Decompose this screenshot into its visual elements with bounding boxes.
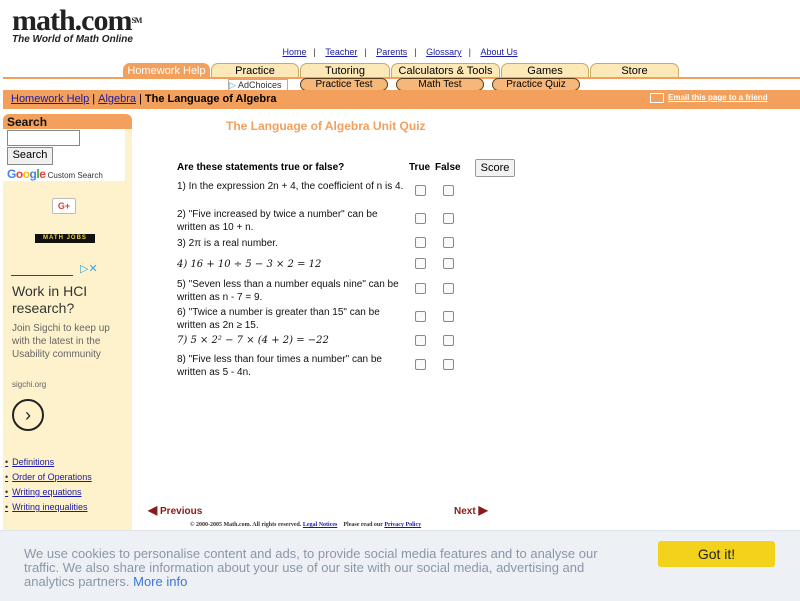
breadcrumb-sep: | [139,93,142,105]
sidebar-search-title: Search [7,115,48,129]
q1-false-checkbox[interactable] [443,185,454,196]
link-glossary[interactable]: Glossary [426,47,462,57]
envelope-icon [650,93,664,103]
sidebar-links: • Definitions • Order of Operations • Writi… [5,455,92,515]
copyright: © 2000-2005 Math.com. All rights reserve… [190,522,421,528]
logo-wordmark: math.com [12,4,132,37]
breadcrumb-algebra[interactable]: Algebra [98,93,136,105]
ad-body: Join Sigchi to keep up with the latest i… [12,323,110,360]
link-home[interactable]: Home [282,47,306,57]
ad-close-icon[interactable]: ▷✕ [80,262,98,275]
column-true-label: True [409,162,431,173]
cookie-message: We use cookies to personalise content an… [24,546,598,589]
ad-headline[interactable]: Work in HCI research? [12,283,122,317]
sidebar-link-writing-equations[interactable]: • Writing equations [5,485,92,500]
next-label: Next [454,506,476,517]
google-logo: Google [7,167,46,181]
score-button[interactable]: Score [475,159,515,177]
tab-tutoring[interactable]: Tutoring [300,63,390,78]
q7-false-checkbox[interactable] [443,335,454,346]
quiz-question-2: 2) "Five increased by twice a number" ca… [177,209,378,233]
sidebar-link-writing-inequalities[interactable]: • Writing inequalities [5,500,92,515]
quiz-question-3: 3) 2π is a real number. [177,238,278,249]
q4-false-checkbox[interactable] [443,258,454,269]
custom-search-text: Custom Search [47,171,103,180]
quiz-question-7: 7) 5 × 2² − 7 × (4 + 2) = −22 [177,335,329,346]
email-page-link[interactable]: Email this page to a friend [650,93,768,103]
logo-tm: SM [131,16,142,25]
email-page-label: Email this page to a friend [668,93,768,103]
google-plus-button[interactable]: G+ [52,198,76,214]
copyright-text: © 2000-2005 Math.com. All rights reserve… [190,522,302,528]
math-com-logo[interactable]: math.comSM The World of Math Online [12,4,142,46]
top-links: Home | Teacher | Parents | Glossary | About … [282,47,518,57]
q4-true-checkbox[interactable] [415,258,426,269]
arrow-left-icon: ◀ [148,503,158,517]
q3-true-checkbox[interactable] [415,237,426,248]
ad-domain: sigchi.org [12,380,47,389]
link-teacher[interactable]: Teacher [325,47,357,57]
breadcrumb-homework-help[interactable]: Homework Help [11,93,89,105]
logo-tagline: The World of Math Online [12,34,133,45]
math-jobs-badge[interactable]: MATH JOBS [35,234,95,243]
q5-false-checkbox[interactable] [443,283,454,294]
arrow-right-icon: ▶ [478,503,488,517]
tab-homework-help[interactable]: Homework Help [123,63,210,78]
tab-games[interactable]: Games [501,63,589,78]
previous-link[interactable]: ◀ Previous [148,503,202,517]
tab-calculators-tools[interactable]: Calculators & Tools [391,63,500,78]
chevron-right-icon[interactable]: › [12,399,44,431]
quiz-question-6: 6) "Twice a number is greater than 15" c… [177,307,380,331]
cookie-accept-button[interactable]: Got it! [658,541,775,567]
q2-true-checkbox[interactable] [415,213,426,224]
column-false-label: False [435,162,461,173]
breadcrumb-current: The Language of Algebra [144,93,277,105]
quiz-question-1: 1) In the expression 2n + 4, the coeffic… [177,181,404,192]
q8-false-checkbox[interactable] [443,359,454,370]
ad-divider [11,275,73,276]
breadcrumb-sep: | [92,93,96,105]
quiz-question-4: 4) 16 + 10 ÷ 5 − 3 × 2 = 12 [177,259,322,270]
next-link[interactable]: Next ▶ [454,503,488,517]
q5-true-checkbox[interactable] [415,283,426,294]
q1-true-checkbox[interactable] [415,185,426,196]
sidebar-link-definitions[interactable]: • Definitions [5,455,92,470]
search-button[interactable]: Search [7,147,53,165]
breadcrumb: Homework Help | Algebra | The Language of Al… [11,93,277,105]
privacy-pre: Please read our [343,522,383,528]
q3-false-checkbox[interactable] [443,237,454,248]
q6-false-checkbox[interactable] [443,311,454,322]
adchoices-icon: ▷ [229,80,236,90]
legal-notices-link[interactable]: Legal Notices [303,522,338,528]
tab-practice[interactable]: Practice [211,63,299,78]
sidebar-link-order-of-operations[interactable]: • Order of Operations [5,470,92,485]
quiz-question-8: 8) "Five less than four times a number" … [177,354,382,378]
previous-label: Previous [160,506,203,517]
quiz-question-heading: Are these statements true or false? [177,162,345,173]
q7-true-checkbox[interactable] [415,335,426,346]
q2-false-checkbox[interactable] [443,213,454,224]
q8-true-checkbox[interactable] [415,359,426,370]
quiz-question-5: 5) "Seven less than a number equals nine… [177,279,399,303]
tab-store[interactable]: Store [590,63,679,78]
search-input[interactable] [7,130,80,146]
link-about-us[interactable]: About Us [481,47,518,57]
page-title: The Language of Algebra Unit Quiz [226,119,426,133]
google-custom-search-label: Google Custom Search [7,167,103,181]
cookie-more-info-link[interactable]: More info [133,574,187,589]
adchoices-label: AdChoices [237,80,282,90]
link-parents[interactable]: Parents [376,47,407,57]
q6-true-checkbox[interactable] [415,311,426,322]
cookie-text: We use cookies to personalise content an… [24,547,624,589]
privacy-policy-link[interactable]: Privacy Policy [384,522,421,528]
